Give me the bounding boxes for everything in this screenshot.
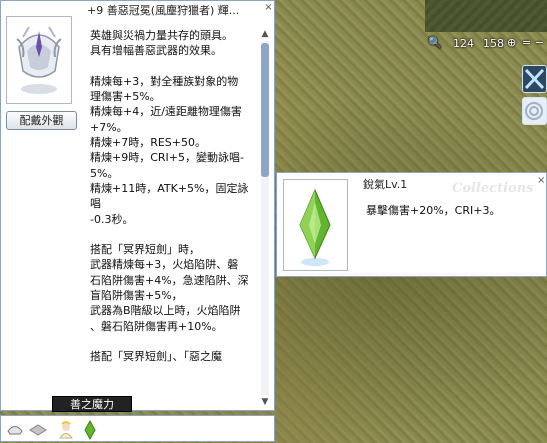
description-line: 理傷害+5%。	[90, 90, 161, 104]
card-icon[interactable]	[29, 420, 47, 438]
description-line: 武器精煉每+3，火焰陷阱、磐	[90, 258, 239, 272]
quickslot-spiral-icon[interactable]	[522, 97, 547, 125]
crystal-icon	[299, 188, 331, 266]
description-line: 英雄與災禍力量共存的頭具。	[90, 29, 233, 42]
scrollbar-thumb[interactable]	[261, 43, 269, 177]
description-line: 、磐石陷阱傷害再+10%。	[90, 319, 223, 333]
item-description: 英雄與災禍力量共存的頭具。 具有增幅善惡武器的效果。 精煉每+3，對全種族對象的物…	[90, 28, 258, 388]
description-line	[90, 227, 258, 242]
item-title: +9 善惡冠冕(風塵狩獵者) 輝...	[87, 4, 240, 17]
item-image	[6, 16, 72, 104]
angel-doll-icon[interactable]	[56, 420, 76, 439]
skill-description-window[interactable]: 銳氣Lv.1 Collections × 暴擊傷害+20%，CRI+3。	[276, 172, 547, 277]
description-line: 精煉+11時，ATK+5%，固定詠唱	[90, 181, 249, 211]
close-icon[interactable]: ×	[264, 3, 273, 14]
helmet-slot-icon[interactable]	[6, 420, 24, 438]
map-zoom-out-icon[interactable]: 🔍	[428, 36, 442, 49]
collection-bar[interactable]	[0, 415, 275, 442]
map-coordinates: 🔍 124 158 ⊕ = −	[425, 36, 547, 52]
description-line	[90, 334, 258, 349]
skill-description: 暴擊傷害+20%，CRI+3。	[366, 204, 501, 217]
description-line	[90, 59, 258, 74]
collections-watermark: Collections	[452, 181, 534, 196]
description-line: 精煉+9時，CRI+5，變動詠唱-	[90, 151, 244, 165]
map-close-button[interactable]: −	[535, 36, 544, 49]
close-icon[interactable]: ×	[537, 175, 545, 186]
coord-x: 124	[453, 37, 474, 50]
map-zoom-in-icon[interactable]: ⊕	[507, 36, 516, 49]
description-line: -0.3秒。	[90, 212, 134, 226]
helmet-icon	[16, 26, 62, 94]
description-line: 武器為B階級以上時，火焰陷阱	[90, 304, 241, 318]
description-line: 搭配「冥界短劍」時，	[90, 243, 200, 257]
equip-appearance-button[interactable]: 配戴外觀	[6, 111, 77, 130]
description-line: 具有增幅善惡武器的效果。	[90, 44, 222, 58]
description-line: 搭配「冥界短劍」、「惡之魔	[90, 350, 222, 364]
minimap-area	[425, 0, 547, 32]
hover-tooltip: 善之魔力	[52, 396, 132, 412]
skill-image	[283, 179, 348, 271]
description-line: +7%。	[90, 120, 128, 134]
item-description-window[interactable]: +9 善惡冠冕(風塵狩獵者) 輝... × 配戴外觀 英雄與災禍力量共存的頭具。…	[0, 0, 275, 411]
description-line: 石陷阱傷害+4%，急速陷阱、深	[90, 273, 249, 287]
description-line: 5%。	[90, 166, 119, 180]
description-line: 盲陷阱傷害+5%，	[90, 289, 183, 303]
scroll-down-icon[interactable]: ▼	[259, 397, 271, 408]
crystal-slot-icon[interactable]	[81, 419, 99, 441]
skill-name: 銳氣Lv.1	[363, 178, 408, 191]
description-line: 精煉每+3，對全種族對象的物	[90, 74, 239, 88]
scroll-up-icon[interactable]: ▲	[259, 29, 271, 40]
coord-y: 158	[483, 37, 504, 50]
map-toggle-button[interactable]: =	[522, 36, 531, 49]
description-line: 精煉+7時，RES+50。	[90, 136, 207, 150]
quickslot-skill-icon[interactable]	[522, 65, 547, 93]
description-line: 精煉每+4，近/遠距離物理傷害	[90, 105, 242, 119]
